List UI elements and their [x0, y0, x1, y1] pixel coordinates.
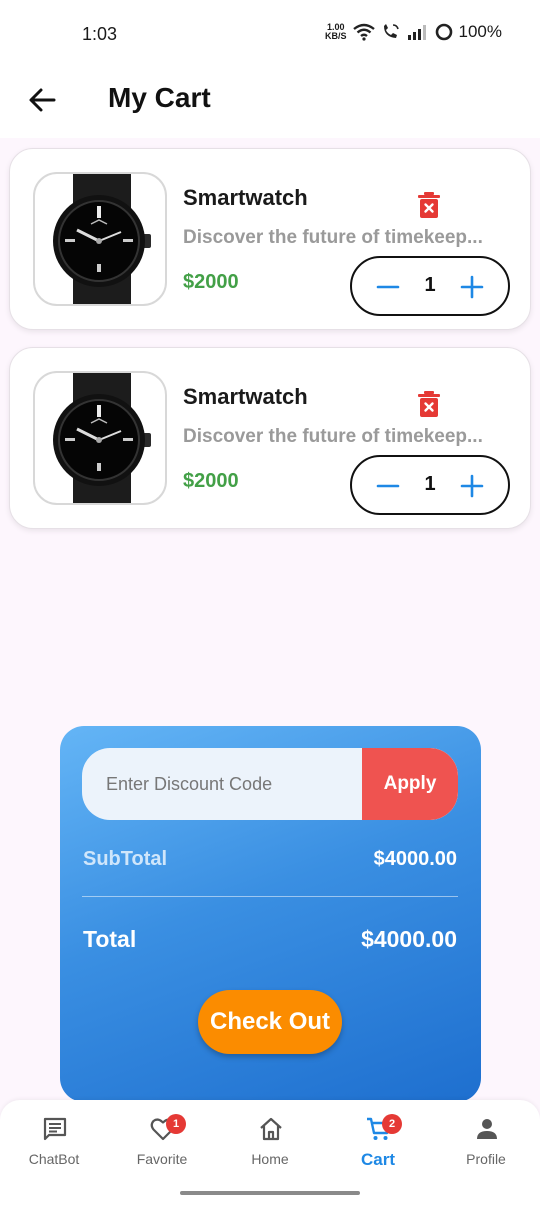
home-icon — [260, 1117, 282, 1141]
discount-field: Apply — [82, 748, 458, 820]
nav-item-home[interactable]: Home — [216, 1100, 324, 1180]
nav-label: Home — [251, 1151, 289, 1167]
nav-label: Profile — [466, 1151, 506, 1167]
subtotal-value: $4000.00 — [373, 848, 457, 870]
product-description: Discover the future of timekeep... — [183, 426, 483, 447]
status-icons: 1.00 KB/S 100% — [325, 22, 502, 42]
nav-item-profile[interactable]: Profile — [432, 1100, 540, 1180]
apply-button[interactable]: Apply — [362, 748, 458, 820]
nav-item-favorite[interactable]: 1 Favorite — [108, 1100, 216, 1180]
quantity-stepper: 1 — [350, 455, 510, 515]
home-indicator[interactable] — [180, 1191, 360, 1195]
quantity-stepper: 1 — [350, 256, 510, 316]
checkout-button[interactable]: Check Out — [198, 990, 342, 1054]
discount-code-input[interactable] — [82, 748, 362, 820]
product-price: $2000 — [183, 271, 239, 293]
status-bar: 1:03 1.00 KB/S 100% — [0, 0, 540, 70]
total-value: $4000.00 — [361, 926, 457, 952]
nav-item-chatbot[interactable]: ChatBot — [0, 1100, 108, 1180]
wifi-icon — [352, 23, 375, 41]
product-price: $2000 — [183, 470, 239, 492]
signal-icon — [407, 25, 426, 40]
nav-label: Favorite — [136, 1151, 188, 1167]
cart-item: Smartwatch Discover the future of timeke… — [9, 347, 531, 529]
total-label: Total — [83, 926, 137, 952]
network-speed-unit: KB/S — [325, 31, 347, 41]
nav-label: Cart — [360, 1150, 395, 1169]
delete-icon[interactable] — [417, 390, 441, 418]
quantity-value: 1 — [424, 274, 436, 296]
nav-label: ChatBot — [28, 1151, 80, 1167]
delete-icon[interactable] — [417, 191, 441, 219]
product-image — [33, 172, 167, 306]
product-name: Smartwatch — [183, 185, 308, 210]
subtotal-label: SubTotal — [83, 848, 168, 870]
wifi-call-icon — [383, 24, 399, 38]
cart-item: Smartwatch Discover the future of timeke… — [9, 148, 531, 330]
divider — [82, 896, 458, 897]
product-name: Smartwatch — [183, 384, 308, 409]
favorite-badge: 1 — [166, 1114, 186, 1134]
network-speed: 1.00 KB/S — [325, 23, 347, 41]
page-title: My Cart — [108, 82, 211, 113]
cart-badge: 2 — [382, 1114, 402, 1134]
person-icon — [477, 1119, 497, 1139]
product-description: Discover the future of timekeep... — [183, 227, 483, 248]
status-time: 1:03 — [82, 24, 118, 44]
app-bar: My Cart — [0, 70, 540, 138]
increase-quantity-button[interactable] — [460, 275, 484, 299]
chat-icon — [43, 1117, 67, 1141]
back-arrow-icon[interactable] — [26, 84, 58, 116]
quantity-value: 1 — [424, 473, 436, 495]
battery-icon — [435, 23, 452, 41]
order-summary-panel: Apply SubTotal $4000.00 Total $4000.00 C… — [60, 726, 481, 1102]
product-image — [33, 371, 167, 505]
nav-item-cart[interactable]: 2 Cart — [324, 1100, 432, 1180]
battery-percent: 100% — [458, 22, 502, 41]
increase-quantity-button[interactable] — [460, 474, 484, 498]
